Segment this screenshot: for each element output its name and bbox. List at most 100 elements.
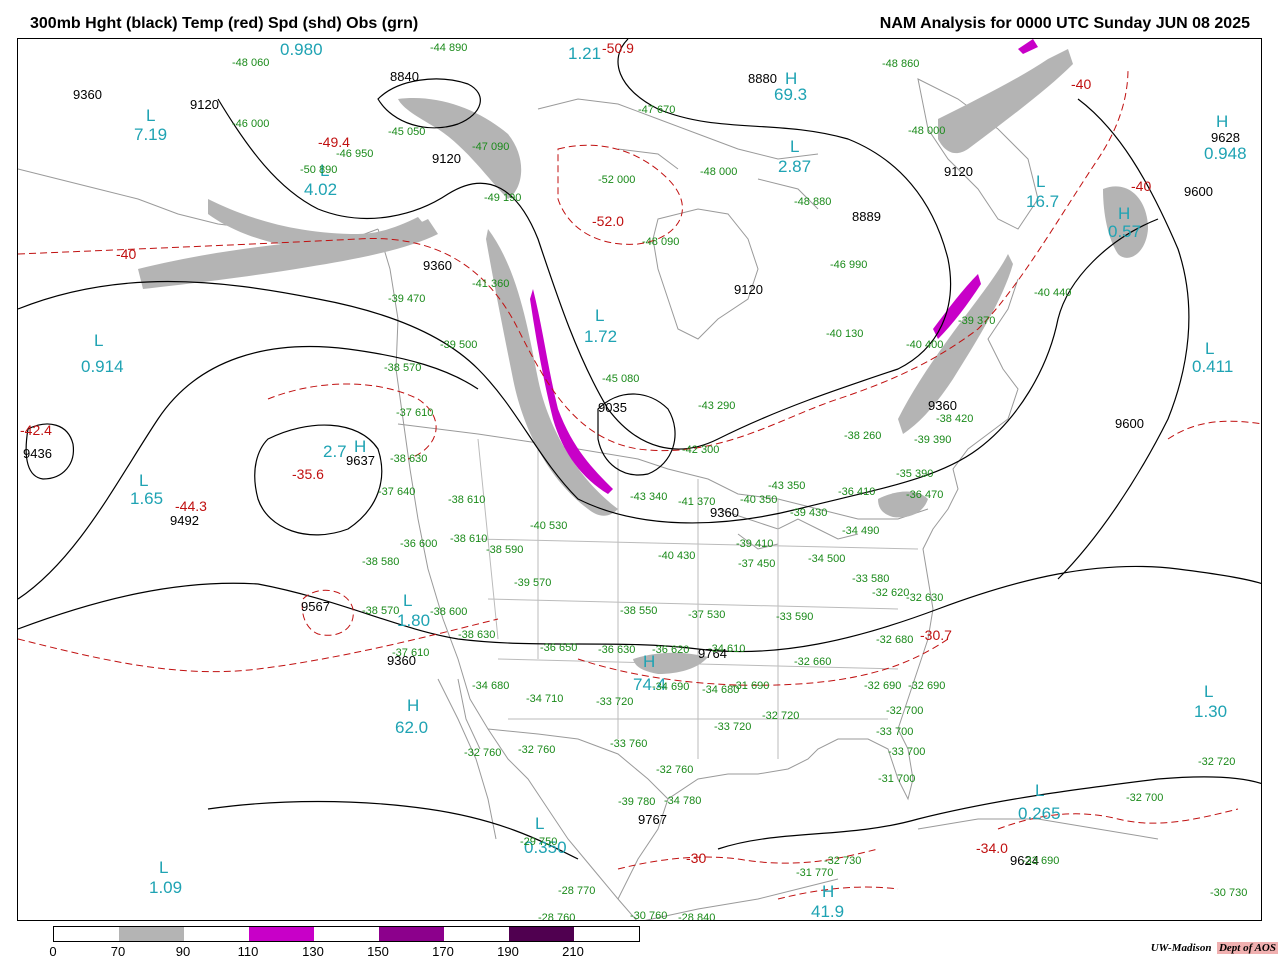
station-obs: -47 090 — [472, 141, 509, 153]
center-letter: H — [822, 882, 834, 901]
station-obs: -36 600 — [400, 538, 437, 550]
center-value: 0.914 — [81, 357, 124, 376]
station-obs: -34 780 — [664, 795, 701, 807]
temp-center-label: -52.0 — [592, 213, 624, 229]
map-panel: 9360 9120 8840 8880 9120 9120 8889 9120 … — [17, 38, 1262, 921]
temp-center-label: -40 — [1071, 76, 1091, 92]
station-obs: -38 630 — [458, 629, 495, 641]
center-value: 69.3 — [774, 85, 807, 104]
station-obs: -47 670 — [638, 104, 675, 116]
station-obs: -31 700 — [878, 773, 915, 785]
height-label: 9120 — [190, 97, 219, 112]
speed-area — [938, 49, 1073, 154]
temp-center-label: -44.3 — [175, 498, 207, 514]
map-canvas: 9360 9120 8840 8880 9120 9120 8889 9120 … — [18, 39, 1261, 921]
center-value: 2.7 — [323, 442, 347, 461]
station-obs: -40 130 — [826, 328, 863, 340]
height-label: 8840 — [390, 69, 419, 84]
station-obs: -38 420 — [936, 413, 973, 425]
station-obs: -32 620 — [872, 587, 909, 599]
station-obs: -36 470 — [906, 489, 943, 501]
height-label: 9628 — [1211, 130, 1240, 145]
height-label: 9436 — [23, 446, 52, 461]
temp-center-label: -34.0 — [976, 840, 1008, 856]
center-value: 4.02 — [304, 180, 337, 199]
station-obs: -30 760 — [630, 910, 667, 921]
speed-area — [1018, 39, 1038, 54]
station-obs: -33 760 — [610, 738, 647, 750]
station-obs: -48 000 — [700, 166, 737, 178]
station-obs: -38 590 — [486, 544, 523, 556]
station-obs: -34 500 — [808, 553, 845, 565]
temperature-contour — [777, 886, 899, 900]
legend-tick: 210 — [562, 944, 584, 959]
station-obs: -39 780 — [618, 796, 655, 808]
station-obs: -38 600 — [430, 606, 467, 618]
center-letter: L — [1035, 781, 1044, 800]
center-letter: H — [407, 696, 419, 715]
temperature-contour — [557, 144, 683, 245]
station-obs: -32 630 — [906, 592, 943, 604]
station-obs: -32 720 — [762, 710, 799, 722]
station-obs: -38 550 — [620, 605, 657, 617]
legend-shade-70-90 — [119, 927, 184, 941]
station-obs: -36 620 — [652, 644, 689, 656]
station-obs: -39 500 — [440, 339, 477, 351]
station-obs: -35 390 — [896, 468, 933, 480]
height-label: 9120 — [944, 164, 973, 179]
station-obs: -28 770 — [558, 885, 595, 897]
center-letter: L — [588, 39, 597, 43]
legend-tick: 190 — [497, 944, 519, 959]
center-value: 0.57 — [1108, 222, 1141, 241]
station-obs: -28 840 — [678, 912, 715, 921]
legend-tick: 110 — [237, 944, 259, 959]
center-letter: L — [159, 858, 168, 877]
station-obs: -36 630 — [598, 644, 635, 656]
station-obs: -34 610 — [708, 643, 745, 655]
temp-center-label: -30.7 — [920, 627, 952, 643]
station-obs: -36 410 — [838, 486, 875, 498]
temperature-contour — [267, 383, 437, 460]
temp-center-label: -30 — [686, 850, 706, 866]
baja-coastline — [437, 678, 497, 840]
center-value: 0.980 — [280, 40, 323, 59]
center-letter: H — [1216, 112, 1228, 131]
station-obs: -33 720 — [714, 721, 751, 733]
station-obs: -45 080 — [602, 373, 639, 385]
station-obs: -32 760 — [464, 747, 501, 759]
station-obs: -28 760 — [538, 912, 575, 921]
center-letter: L — [146, 106, 155, 125]
station-obs: -39 370 — [958, 315, 995, 327]
station-obs: -43 290 — [698, 400, 735, 412]
legend-tick: 170 — [432, 944, 454, 959]
station-obs: -37 530 — [688, 609, 725, 621]
station-obs: -32 660 — [794, 656, 831, 668]
station-obs: -34 690 — [652, 681, 689, 693]
height-label: 8880 — [748, 71, 777, 86]
center-letter: H — [354, 437, 366, 456]
temp-center-label: -50.9 — [602, 40, 634, 56]
station-obs: -30 730 — [1210, 887, 1247, 899]
center-letter: H — [1118, 204, 1130, 223]
station-obs: -49 190 — [484, 192, 521, 204]
station-obs: -42 300 — [682, 444, 719, 456]
center-value: 0.948 — [1204, 144, 1247, 163]
station-obs: -38 610 — [450, 533, 487, 545]
station-obs: -48 860 — [882, 58, 919, 70]
station-obs: -31 770 — [796, 867, 833, 879]
center-value: 16.7 — [1026, 192, 1059, 211]
station-obs: -39 410 — [736, 538, 773, 550]
center-value: 1.09 — [149, 878, 182, 897]
speed-area — [486, 229, 618, 516]
credit-org: UW-Madison — [1150, 942, 1212, 954]
station-obs: -32 690 — [864, 680, 901, 692]
center-value: 0.265 — [1018, 804, 1061, 823]
station-obs: -37 610 — [392, 647, 429, 659]
station-obs: -32 720 — [1198, 756, 1235, 768]
center-letter: L — [535, 814, 544, 833]
central-america — [644, 818, 1159, 920]
legend-tick: 130 — [302, 944, 324, 959]
station-obs: -29 750 — [520, 836, 557, 848]
station-obs: -37 610 — [396, 407, 433, 419]
height-label: 9360 — [928, 398, 957, 413]
